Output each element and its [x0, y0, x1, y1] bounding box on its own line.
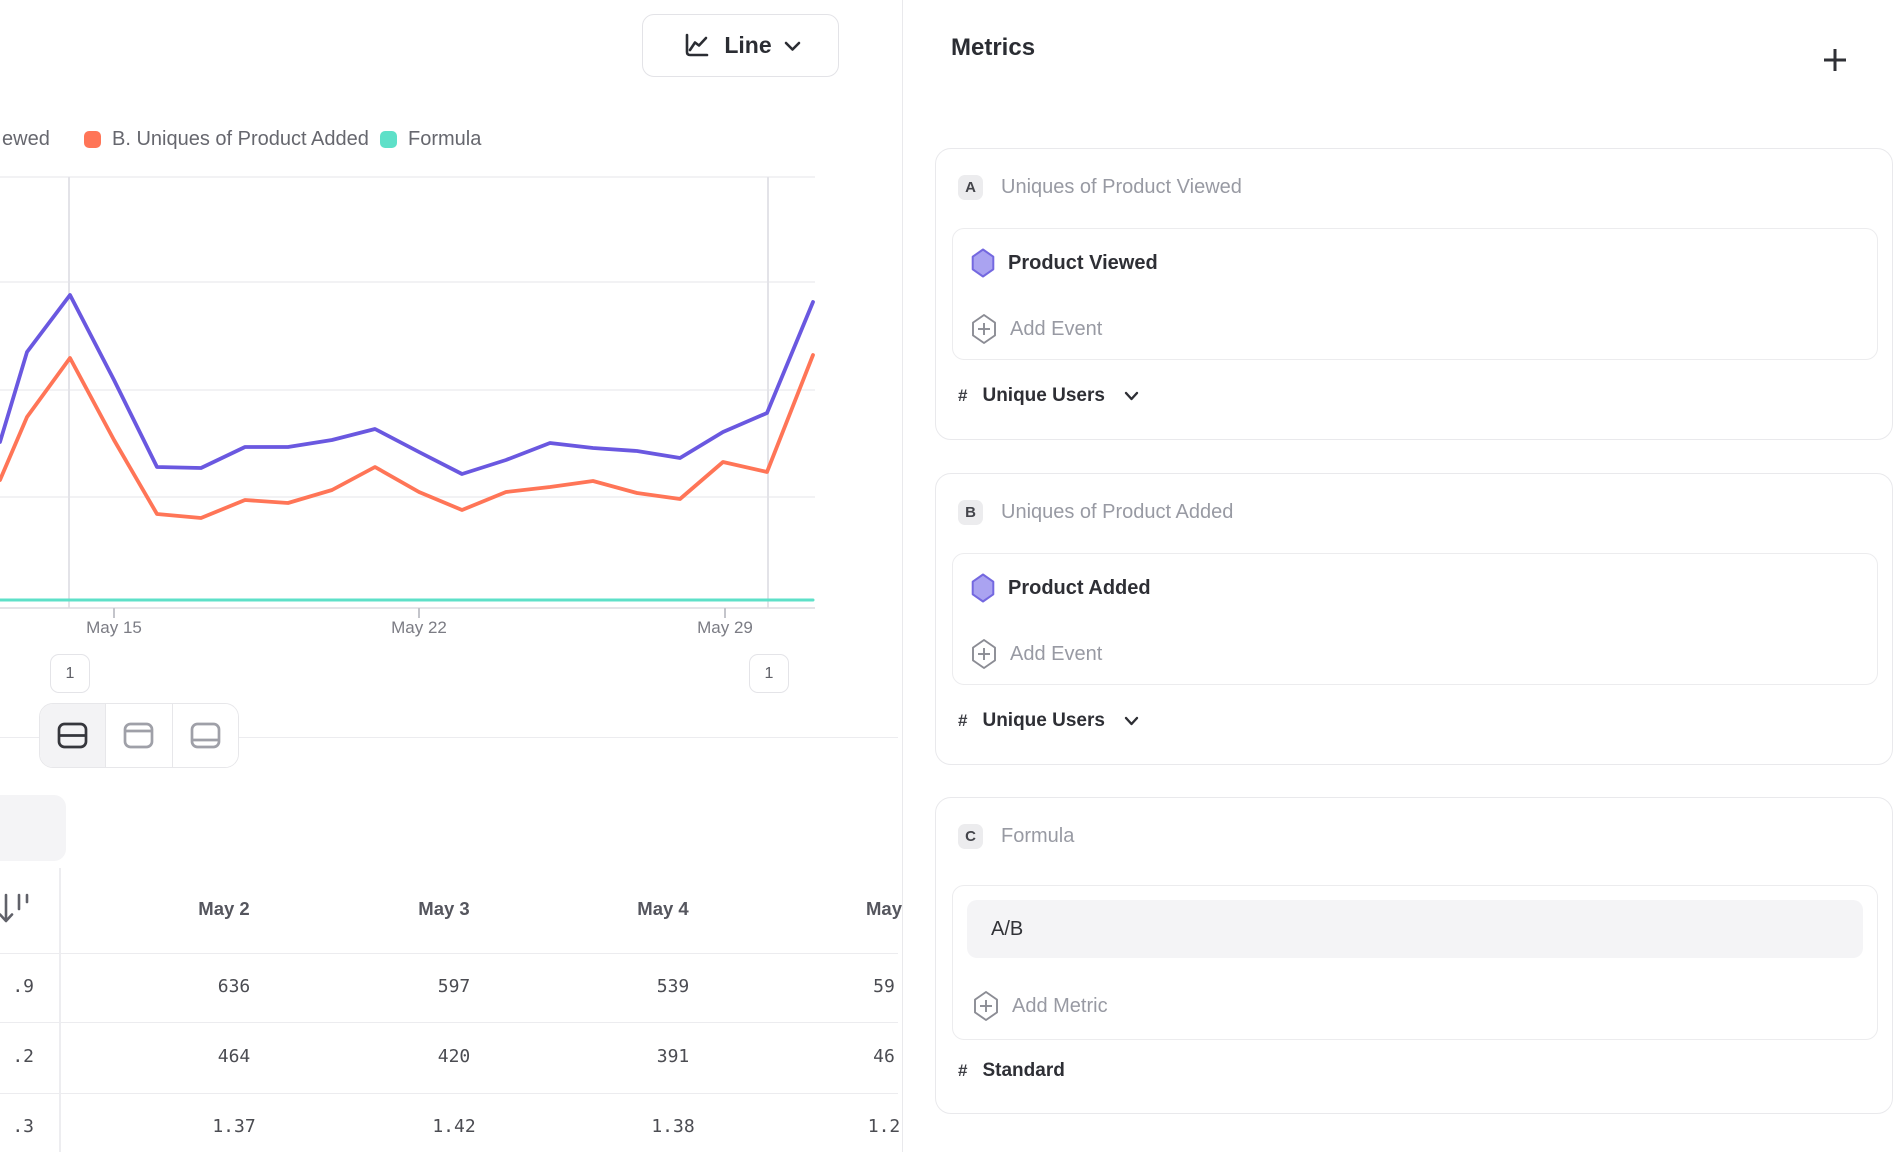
metric-title: Formula: [1001, 825, 1074, 848]
formula-container: A/B Add Metric: [952, 885, 1878, 1040]
aggregation-selector[interactable]: # Standard: [958, 1060, 1065, 1082]
annotation-badge[interactable]: 1: [749, 654, 789, 693]
legend-swatch-added: [84, 131, 101, 148]
table-cell: 636: [134, 976, 334, 997]
table-cell: 539: [573, 976, 773, 997]
metric-card-c: C Formula A/B Add Metric # Standard: [935, 797, 1893, 1114]
table-cell: 1.42: [354, 1116, 554, 1137]
metric-card-a: A Uniques of Product Viewed Product View…: [935, 148, 1893, 440]
add-metric-plus-button[interactable]: [1821, 46, 1849, 74]
table-cell-cut: 46: [784, 1046, 902, 1067]
add-event-label: Add Event: [1010, 643, 1102, 666]
legend-swatch-formula: [380, 131, 397, 148]
table-header-may3[interactable]: May 3: [344, 898, 544, 920]
chart-type-label: Line: [724, 32, 771, 59]
table-cell-cut: .2: [0, 1046, 34, 1067]
event-hexagon-icon: [971, 248, 995, 278]
table-column-divider: [59, 868, 61, 1152]
x-axis-label: May 22: [359, 618, 479, 638]
plus-icon: [1822, 47, 1848, 73]
metric-card-header: B Uniques of Product Added: [958, 500, 1233, 525]
table-cell: 597: [354, 976, 554, 997]
formula-input[interactable]: A/B: [967, 900, 1863, 958]
table-header-may4[interactable]: May 4: [563, 898, 763, 920]
table-cell: 391: [573, 1046, 773, 1067]
metric-badge: B: [958, 500, 983, 525]
metrics-panel: Metrics A Uniques of Product Viewed Prod…: [902, 0, 1898, 1152]
sort-descending-icon[interactable]: [0, 890, 32, 935]
legend-item-b[interactable]: B. Uniques of Product Added: [84, 128, 369, 151]
table-cell-cut: .9: [0, 976, 34, 997]
table-cell-cut: .3: [0, 1116, 34, 1137]
event-row[interactable]: Product Viewed: [971, 248, 1158, 278]
insights-report: Line ewed B. Uniques of Product Added Fo…: [0, 0, 1898, 1152]
metric-badge: C: [958, 824, 983, 849]
layout-toggle-table[interactable]: [172, 704, 238, 767]
event-container: Product Added Add Event: [952, 553, 1878, 685]
panel-bottom-icon: [190, 722, 221, 749]
table-cell-cut: 1.2: [784, 1116, 902, 1137]
table-corner-tab[interactable]: [0, 795, 66, 861]
event-row[interactable]: Product Added: [971, 573, 1151, 603]
aggregation-selector[interactable]: # Unique Users: [958, 710, 1139, 732]
table-cell: 464: [134, 1046, 334, 1067]
legend-label: Formula: [408, 128, 481, 151]
split-horizontal-icon: [57, 722, 88, 749]
add-metric-label: Add Metric: [1012, 995, 1108, 1018]
x-axis-label: May 29: [665, 618, 785, 638]
chart-region: Line ewed B. Uniques of Product Added Fo…: [0, 0, 902, 1152]
chevron-down-icon: [784, 40, 801, 52]
add-hexagon-icon: [973, 990, 999, 1022]
hash-icon: #: [958, 1061, 967, 1081]
metric-card-header: C Formula: [958, 824, 1074, 849]
aggregation-label: Unique Users: [982, 385, 1104, 407]
table-header-may5[interactable]: May: [784, 898, 902, 920]
table-row-border: [0, 1093, 898, 1094]
table-cell: 1.38: [573, 1116, 773, 1137]
event-name: Product Added: [1008, 577, 1151, 600]
metric-title: Uniques of Product Viewed: [1001, 176, 1242, 199]
metrics-panel-title: Metrics: [951, 34, 1035, 62]
legend-label: B. Uniques of Product Added: [112, 128, 369, 151]
aggregation-selector[interactable]: # Unique Users: [958, 385, 1139, 407]
legend-item-formula[interactable]: Formula: [380, 128, 481, 151]
aggregation-label: Standard: [982, 1060, 1064, 1082]
table-cell: 1.37: [134, 1116, 334, 1137]
layout-toggle: [39, 703, 239, 768]
metric-badge: A: [958, 175, 983, 200]
formula-value: A/B: [991, 918, 1023, 941]
x-axis-label: May 15: [54, 618, 174, 638]
metric-card-header: A Uniques of Product Viewed: [958, 175, 1242, 200]
add-event-row[interactable]: Add Event: [971, 313, 1102, 345]
chevron-down-icon: [1124, 716, 1139, 726]
chart-type-button[interactable]: Line: [642, 14, 839, 77]
hash-icon: #: [958, 711, 967, 731]
add-event-label: Add Event: [1010, 318, 1102, 341]
layout-toggle-chart[interactable]: [105, 704, 171, 767]
aggregation-label: Unique Users: [982, 710, 1104, 732]
panel-top-icon: [123, 722, 154, 749]
event-container: Product Viewed Add Event: [952, 228, 1878, 360]
table-header-may2[interactable]: May 2: [124, 898, 324, 920]
metric-card-b: B Uniques of Product Added Product Added…: [935, 473, 1893, 765]
table-cell: 420: [354, 1046, 554, 1067]
event-hexagon-icon: [971, 573, 995, 603]
legend-item-a-cut[interactable]: ewed: [2, 128, 50, 151]
chevron-down-icon: [1124, 391, 1139, 401]
table-row-border: [0, 1022, 898, 1023]
line-chart-icon: [680, 30, 712, 62]
metric-title: Uniques of Product Added: [1001, 501, 1233, 524]
add-event-row[interactable]: Add Event: [971, 638, 1102, 670]
add-hexagon-icon: [971, 638, 997, 670]
annotation-badge[interactable]: 1: [50, 654, 90, 693]
add-hexagon-icon: [971, 313, 997, 345]
hash-icon: #: [958, 386, 967, 406]
table-cell-cut: 59: [784, 976, 902, 997]
event-name: Product Viewed: [1008, 252, 1158, 275]
layout-toggle-split[interactable]: [40, 704, 105, 767]
table-row-border: [0, 953, 898, 954]
line-chart[interactable]: [0, 170, 815, 620]
add-metric-row[interactable]: Add Metric: [973, 990, 1108, 1022]
